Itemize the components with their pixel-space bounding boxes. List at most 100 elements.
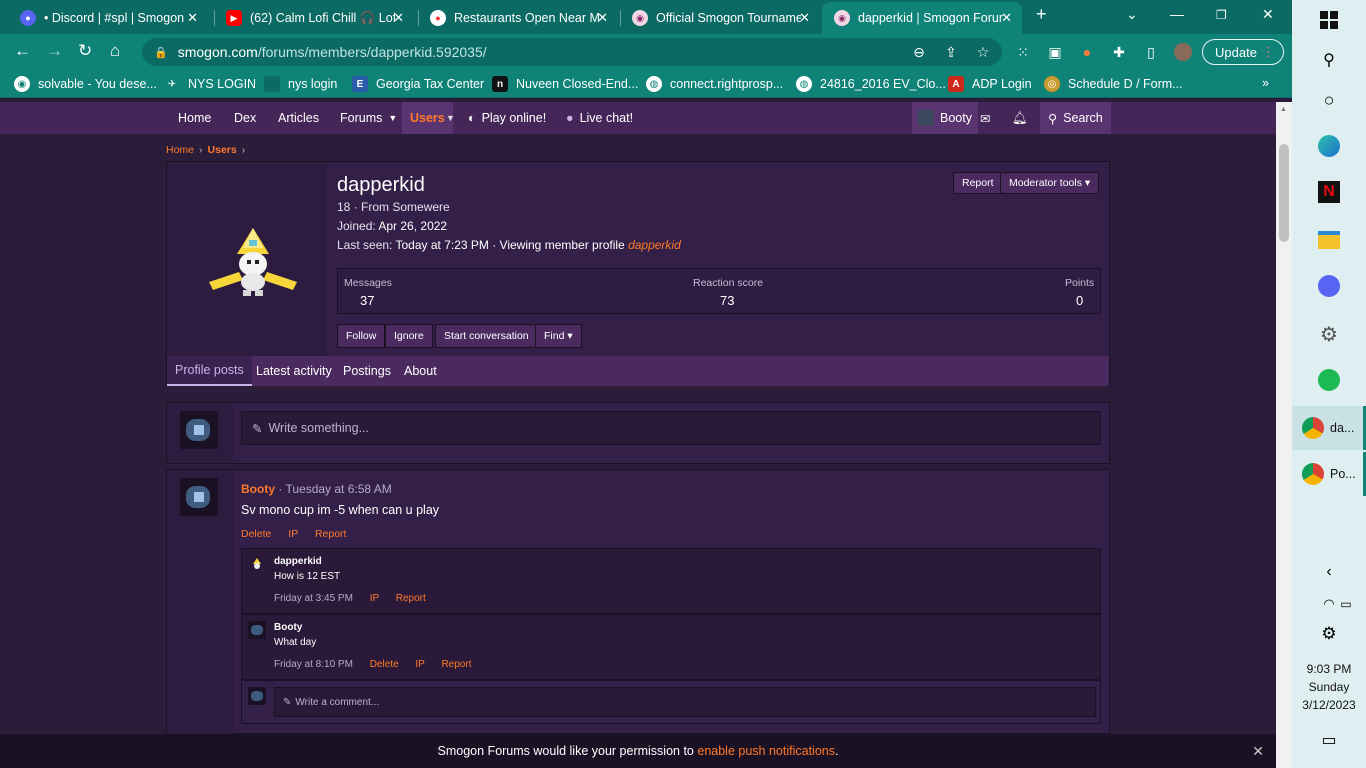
bookmark-nys-login-2[interactable]: nys login — [264, 76, 337, 92]
taskbar-chrome-window-2[interactable]: Po... — [1292, 452, 1366, 496]
report-button[interactable]: Report — [953, 172, 1003, 194]
reload-icon[interactable]: ↻ — [78, 41, 92, 61]
home-icon[interactable]: ⌂ — [110, 41, 120, 61]
tab-discord[interactable]: ● • Discord | #spl | Smogon ✕ — [8, 2, 208, 34]
tab-latest-activity[interactable]: Latest activity — [256, 356, 332, 386]
profile-avatar-icon[interactable] — [1174, 43, 1192, 61]
tab-profile-posts[interactable]: Profile posts — [167, 356, 252, 386]
sidepanel-icon[interactable]: ▯ — [1142, 43, 1160, 61]
extension-box-icon[interactable]: ▣ — [1046, 43, 1064, 61]
update-button[interactable]: Update ⋮ — [1202, 39, 1284, 65]
close-icon[interactable]: ✕ — [393, 10, 404, 26]
close-icon[interactable]: ✕ — [597, 10, 608, 26]
battery-icon[interactable]: ▭ — [1334, 592, 1358, 616]
file-explorer-icon[interactable] — [1317, 228, 1341, 252]
new-tab-icon[interactable]: + — [1036, 4, 1047, 25]
nav-live-chat[interactable]: ● Live chat! — [566, 102, 633, 134]
netflix-icon[interactable]: N — [1317, 180, 1341, 204]
close-icon[interactable]: ✕ — [1252, 743, 1264, 760]
tab-postings[interactable]: Postings — [343, 356, 391, 386]
tab-smogon-tournament[interactable]: ◉ Official Smogon Tournament ✕ — [620, 2, 820, 34]
scroll-up-icon[interactable]: ▲ — [1280, 106, 1287, 113]
delete-link[interactable]: Delete — [241, 528, 271, 540]
breadcrumb-users[interactable]: Users — [208, 144, 237, 156]
search-icon[interactable]: ⚲ — [1317, 48, 1341, 72]
share-icon[interactable]: ⇪ — [942, 43, 960, 61]
enable-push-link[interactable]: enable push notifications — [697, 744, 835, 758]
comment-time[interactable]: Friday at 8:10 PM — [274, 659, 353, 670]
star-icon[interactable]: ☆ — [974, 43, 992, 61]
spotify-icon[interactable] — [1317, 368, 1341, 392]
duckduckgo-icon[interactable]: ● — [1078, 43, 1096, 61]
tab-dapperkid[interactable]: ◉ dapperkid | Smogon Forums ✕ — [822, 2, 1022, 34]
discord-icon[interactable] — [1317, 274, 1341, 298]
bookmark-solvable[interactable]: ◉ solvable - You dese... — [14, 76, 157, 92]
address-bar[interactable]: 🔒 smogon.com/forums/members/dapperkid.59… — [142, 38, 1002, 66]
breadcrumb-home[interactable]: Home — [166, 144, 194, 156]
bell-icon[interactable]: 🔔︎ — [1012, 102, 1028, 134]
follow-button[interactable]: Follow — [337, 324, 386, 348]
comment-time[interactable]: Friday at 3:45 PM — [274, 593, 353, 604]
tab-about[interactable]: About — [404, 356, 437, 386]
bookmark-georgia-tax[interactable]: E Georgia Tax Center — [352, 76, 484, 92]
window-close-icon[interactable]: ✕ — [1262, 6, 1274, 23]
bookmark-ev-clo[interactable]: ◍ 24816_2016 EV_Clo... — [796, 76, 946, 92]
close-icon[interactable]: ✕ — [187, 10, 198, 26]
nav-play-online[interactable]: ◐ Play online! — [468, 102, 546, 134]
bookmark-nuveen[interactable]: n Nuveen Closed-End... — [492, 76, 638, 92]
start-conversation-button[interactable]: Start conversation — [435, 324, 538, 348]
chevron-left-icon[interactable]: ‹ — [1317, 560, 1341, 584]
close-icon[interactable]: ✕ — [799, 10, 810, 26]
inbox-icon[interactable]: ✉ — [980, 102, 990, 134]
puzzle-icon[interactable]: ✚ — [1110, 43, 1128, 61]
bookmark-schedule-d[interactable]: ◎ Schedule D / Form... — [1044, 76, 1183, 92]
scrollbar-thumb[interactable] — [1279, 144, 1289, 242]
moderator-tools-button[interactable]: Moderator tools ▾ — [1000, 172, 1100, 194]
restore-icon[interactable]: ❐ — [1216, 8, 1227, 22]
tab-restaurants[interactable]: ● Restaurants Open Near Me ✕ — [418, 2, 618, 34]
bookmark-adp[interactable]: A ADP Login — [948, 76, 1032, 92]
write-something-input[interactable]: ✎ Write something... — [241, 411, 1101, 445]
notification-center-icon[interactable]: ▭ — [1317, 728, 1341, 752]
delete-link[interactable]: Delete — [370, 659, 399, 670]
write-comment-input[interactable]: ✎ Write a comment... — [274, 687, 1096, 717]
taskbar-chrome-window-1[interactable]: da... — [1292, 406, 1366, 450]
find-button[interactable]: Find ▾ — [535, 324, 582, 348]
page-scrollbar[interactable]: ▲ — [1276, 102, 1292, 768]
report-link[interactable]: Report — [441, 659, 471, 670]
minimize-icon[interactable]: — — [1170, 6, 1184, 22]
chevron-down-icon[interactable]: ⌄ — [1126, 6, 1138, 23]
comment-author[interactable]: Booty — [274, 622, 302, 633]
zoom-icon[interactable]: ⊖ — [910, 43, 928, 61]
nav-search[interactable]: ⚲ Search — [1040, 102, 1111, 134]
stat-points-value[interactable]: 0 — [1076, 293, 1083, 308]
stat-messages-value[interactable]: 37 — [360, 293, 374, 308]
more-bookmarks-icon[interactable]: » — [1262, 76, 1269, 90]
bookmark-nys-login[interactable]: ✈ NYS LOGIN — [164, 76, 256, 92]
report-link[interactable]: Report — [315, 528, 347, 540]
forward-icon[interactable]: → — [46, 41, 63, 61]
nav-dex[interactable]: Dex — [234, 102, 256, 134]
nav-forums[interactable]: Forums ▼ — [340, 102, 397, 134]
system-clock[interactable]: 9:03 PM Sunday 3/12/2023 — [1292, 660, 1366, 714]
task-view-icon[interactable]: ○ — [1317, 88, 1341, 112]
extension-dots-icon[interactable]: ⁙ — [1014, 43, 1032, 61]
nav-home[interactable]: Home — [178, 102, 211, 134]
post-author[interactable]: Booty — [241, 482, 275, 496]
ip-link[interactable]: IP — [415, 659, 424, 670]
settings-gear-icon[interactable]: ⚙ — [1317, 622, 1341, 646]
tab-lofi[interactable]: ▶ (62) Calm Lofi Chill 🎧 Lofi ✕ — [214, 2, 414, 34]
windows-start-icon[interactable] — [1317, 8, 1341, 32]
bookmark-connect[interactable]: ◍ connect.rightprosp... — [646, 76, 783, 92]
nav-articles[interactable]: Articles — [278, 102, 319, 134]
ignore-button[interactable]: Ignore — [385, 324, 433, 348]
ip-link[interactable]: IP — [288, 528, 298, 540]
last-seen-link[interactable]: dapperkid — [628, 238, 681, 252]
ip-link[interactable]: IP — [370, 593, 379, 604]
stat-reaction-value[interactable]: 73 — [720, 293, 734, 308]
settings-gear-icon[interactable]: ⚙ — [1317, 322, 1341, 346]
caret-down-icon[interactable]: ▼ — [446, 102, 455, 134]
back-icon[interactable]: ← — [14, 41, 31, 61]
comment-author[interactable]: dapperkid — [274, 556, 322, 567]
nav-user-menu[interactable]: Booty — [912, 102, 978, 134]
